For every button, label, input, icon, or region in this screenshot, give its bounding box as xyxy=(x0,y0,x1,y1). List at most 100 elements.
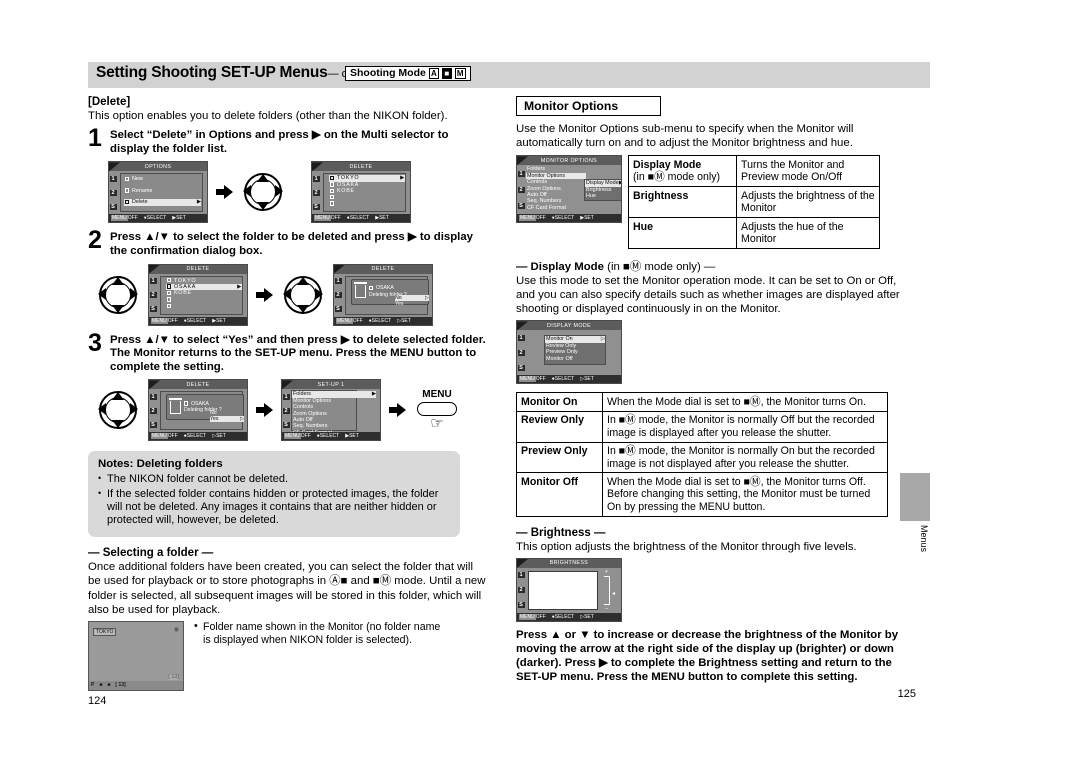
lcd-brightness-title: BRIGHTNESS xyxy=(549,560,589,567)
flow-arrow-icon xyxy=(256,401,273,419)
rail-1: 1 xyxy=(109,175,117,182)
step-1: 1 Select “Delete” in Options and press ▶… xyxy=(88,126,486,156)
monitor-options-table: Display Mode (in ■Ⓜ mode only) Turns the… xyxy=(628,155,880,249)
multi-selector-pad[interactable] xyxy=(281,274,325,316)
pad-left-icon xyxy=(243,185,251,198)
right-column: Monitor Options Use the Monitor Options … xyxy=(516,96,916,700)
table-row: Display Mode (in ■Ⓜ mode only) Turns the… xyxy=(628,155,880,188)
step-3-figure: DELETE 12S OSAKA Deleting folder ? No Ye… xyxy=(96,379,486,442)
menu-button-figure: MENU ☞ xyxy=(414,389,460,431)
dm-row-key-preview-only: Preview Only xyxy=(516,441,603,474)
multi-selector-pad[interactable] xyxy=(241,171,285,213)
preview-frame-index: [ 13] xyxy=(115,682,126,689)
menu-button[interactable] xyxy=(417,402,457,417)
lcd-confirm-title: DELETE xyxy=(371,265,395,272)
preview-status-3: ■ xyxy=(107,682,111,689)
lcd-options-softkeys: MENUOFF ●SELECT ▶SET xyxy=(109,214,207,223)
selecting-folder-heading: — Selecting a folder — xyxy=(88,547,214,560)
delete-section-title: [Delete] xyxy=(88,96,131,108)
lcd-delete-list-screen-2: DELETE 12S TOKYO OSAKA ▶ KOBE MENUOFF ●S… xyxy=(148,263,248,326)
trash-icon xyxy=(169,397,182,414)
display-mode-list: Monitor On ▷ Review Only Preview Only Mon… xyxy=(545,336,605,362)
lcd-delete-confirm-screen-2: DELETE 12S OSAKA Deleting folder ? No Ye… xyxy=(148,379,248,442)
dm-row-value-monitor-off: When the Mode dial is set to ■Ⓜ, the Mon… xyxy=(602,472,888,517)
lcd-brightness-screen: BRIGHTNESS 12S + – ◂ MENUOFF ●SELECT ▷SE… xyxy=(516,557,622,622)
options-item-new[interactable]: New xyxy=(124,176,201,182)
step-2-number: 2 xyxy=(88,226,102,255)
dm-item-monitor-off[interactable]: Monitor Off xyxy=(545,356,605,362)
flow-arrow-icon xyxy=(216,183,233,201)
right-page-number: 125 xyxy=(897,687,916,700)
pad-down-icon xyxy=(257,202,269,211)
brightness-scale[interactable] xyxy=(604,575,610,605)
notes-item-1: The NIKON folder cannot be deleted. xyxy=(98,472,450,486)
flow-arrow-icon xyxy=(256,286,273,304)
step-3-text: Press ▲/▼ to select “Yes” and then press… xyxy=(110,333,486,373)
lcd-monitor-options-title: MONITOR OPTIONS xyxy=(540,157,598,164)
dm-row-key-review-only: Review Only xyxy=(516,410,603,443)
manual-page: Setting Shooting SET-UP Menus— continued… xyxy=(0,0,1080,763)
selecting-folder-caption: • Folder name shown in the Monitor (no f… xyxy=(194,619,441,646)
row-key-hue: Hue xyxy=(628,217,737,249)
table-row: Monitor On When the Mode dial is set to … xyxy=(516,392,888,412)
delete-folder-list: TOKYO ▶ OSAKA KOBE xyxy=(329,175,405,207)
pad-right-icon xyxy=(275,185,283,198)
row-value-hue: Adjusts the hue of the Monitor xyxy=(736,217,880,249)
brightness-preview-area xyxy=(528,570,598,610)
lcd-setup-menu-screen: SET-UP 1 12S Folders ▶ Monitor Options Co… xyxy=(281,379,381,442)
lcd-delete-title: DELETE xyxy=(349,163,373,170)
shooting-mode-badge: Shooting Mode A ■ M xyxy=(345,66,471,81)
display-mode-table: Monitor On When the Mode dial is set to … xyxy=(516,392,888,517)
rail-s: S xyxy=(109,204,117,211)
step-2: 2 Press ▲/▼ to select the folder to be d… xyxy=(88,226,486,258)
notes-box: Notes: Deleting folders The NIKON folder… xyxy=(88,451,460,538)
lcd-page-rail: 1 2 S xyxy=(109,171,117,214)
confirm-choices: No ▷ Yes xyxy=(395,294,429,307)
submenu-display-mode[interactable]: Display Mode▶ xyxy=(585,180,621,187)
lcd-monitor-options-screen: MONITOR OPTIONS 12S Folders Monitor Opti… xyxy=(516,155,622,224)
options-item-delete[interactable]: Delete ▶ xyxy=(124,199,201,206)
submenu-hue[interactable]: Hue xyxy=(585,193,621,199)
side-tab-label: Menus xyxy=(919,525,929,553)
options-item-rename[interactable]: Rename xyxy=(124,188,201,194)
row-key-display-mode: Display Mode (in ■Ⓜ mode only) xyxy=(628,155,737,188)
table-row: Monitor Off When the Mode dial is set to… xyxy=(516,472,888,517)
mo-item-cf-card-format[interactable]: CF Card Format xyxy=(526,205,586,211)
page-title-text: Setting Shooting SET-UP Menus xyxy=(96,64,328,81)
lcd-options-screen: OPTIONS 1 2 S New Rename Delete ▶ MENUOF… xyxy=(108,161,208,224)
lcd-delete-confirm-screen: DELETE 12S OSAKA Deleting folder ? No ▷ … xyxy=(333,263,433,326)
display-mode-body: Use this mode to set the Monitor operati… xyxy=(516,274,900,316)
lcd-delete-title-2: DELETE xyxy=(186,265,210,272)
brightness-body: This option adjusts the brightness of th… xyxy=(516,540,857,553)
lcd-display-mode-title: DISPLAY MODE xyxy=(546,322,592,329)
lcd-display-mode-screen: DISPLAY MODE 12S Monitor On ▷ Review Only… xyxy=(516,320,622,385)
choice-yes[interactable]: Yes ▷ xyxy=(210,416,244,423)
delete-intro: This option enables you to delete folder… xyxy=(88,110,448,122)
choice-yes[interactable]: Yes xyxy=(395,301,429,307)
brightness-minus-label: – xyxy=(604,605,608,612)
preview-status-bar: P ■ ■ [ 13] xyxy=(89,680,183,690)
multi-selector-pad[interactable] xyxy=(96,389,140,431)
brightness-level-pointer-icon: ◂ xyxy=(611,590,615,597)
monitor-options-list: Folders Monitor Options Controls Zoom Op… xyxy=(526,166,586,211)
left-column: [Delete] This option enables you to dele… xyxy=(88,96,486,707)
pad-up-icon xyxy=(257,174,269,183)
multi-selector-pad[interactable] xyxy=(96,274,140,316)
mode-glyph-manual: M xyxy=(454,68,466,79)
shooting-mode-label: Shooting Mode xyxy=(350,67,426,80)
brightness-plus-label: + xyxy=(604,568,608,575)
side-tab-marker xyxy=(900,473,930,521)
step-3: 3 Press ▲/▼ to select “Yes” and then pre… xyxy=(88,328,486,375)
step-3-number: 3 xyxy=(88,328,102,357)
preview-status-2: ■ xyxy=(99,682,103,689)
monitor-preview-image: TOKYO ◉ [ 13] P ■ ■ [ 13] xyxy=(88,620,184,691)
table-row: Hue Adjusts the hue of the Monitor xyxy=(628,217,880,249)
preview-folder-tag: TOKYO xyxy=(93,627,117,636)
notes-title: Notes: Deleting folders xyxy=(98,458,223,471)
lcd-setup-title: SET-UP 1 xyxy=(317,381,345,388)
preview-status-p: P xyxy=(91,682,95,689)
dm-row-key-monitor-off: Monitor Off xyxy=(516,472,603,517)
lcd-options-title: OPTIONS xyxy=(144,163,172,170)
options-list: New Rename Delete ▶ xyxy=(124,176,201,206)
monitor-options-figure-row: MONITOR OPTIONS 12S Folders Monitor Opti… xyxy=(516,155,916,249)
